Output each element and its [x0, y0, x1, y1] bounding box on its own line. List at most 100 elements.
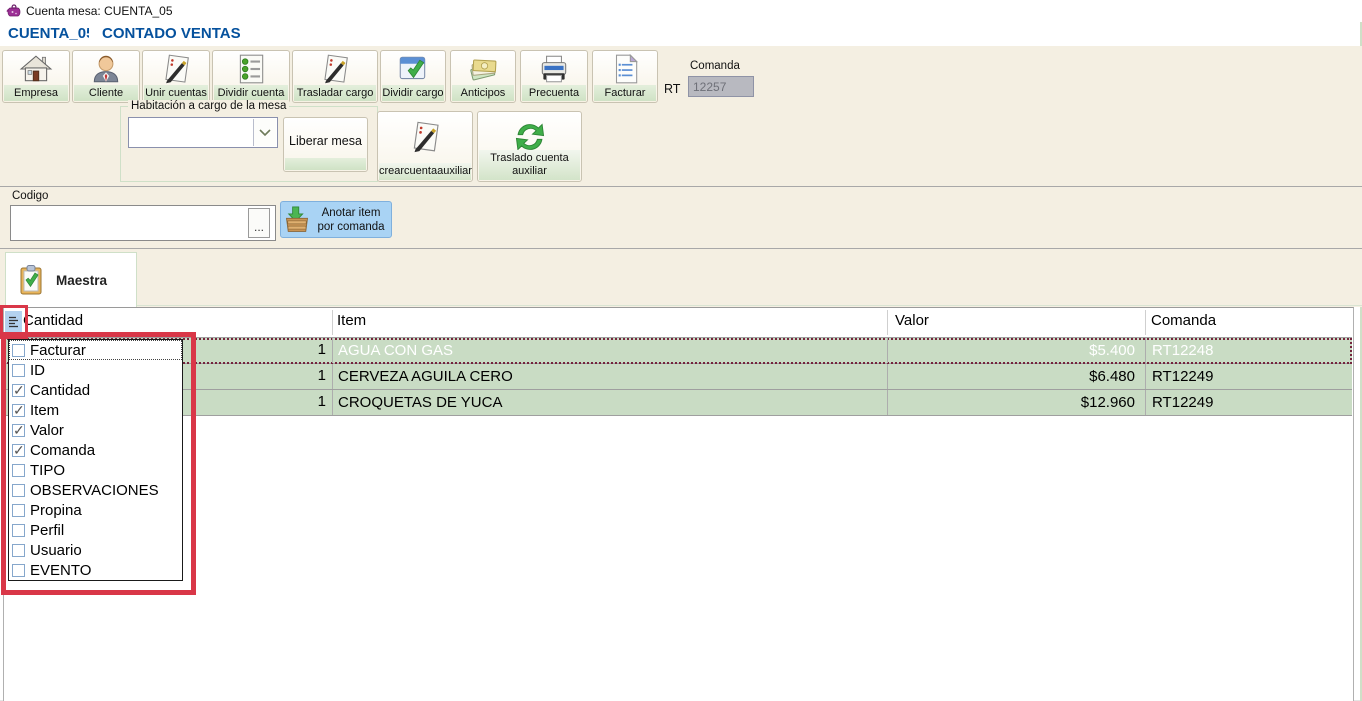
anotar-item-button[interactable]: Anotar item por comanda: [280, 201, 392, 238]
printer-icon: [521, 51, 587, 87]
comanda-input: [688, 76, 754, 97]
app-window: Cuenta mesa: CUENTA_05 CUENTA_05 CONTADO …: [0, 0, 1362, 701]
checkbox[interactable]: [12, 484, 25, 497]
chevron-down-icon[interactable]: [253, 119, 276, 146]
codigo-input[interactable]: [10, 205, 276, 241]
unir-cuentas-button[interactable]: Unir cuentas: [142, 50, 210, 103]
dividir-cargo-button-label: Dividir cargo: [382, 85, 444, 101]
unir-cuentas-button-label: Unir cuentas: [144, 85, 208, 101]
checkbox[interactable]: [12, 564, 25, 577]
room-combobox[interactable]: [128, 117, 278, 148]
chooser-item-label: ID: [30, 362, 45, 379]
precuenta-button[interactable]: Precuenta: [520, 50, 588, 103]
dividir-cargo-button[interactable]: Dividir cargo: [380, 50, 446, 103]
dividir-cuenta-button-label: Dividir cuenta: [214, 85, 288, 101]
chooser-item-propina[interactable]: Propina: [9, 500, 182, 520]
teapot-icon: [6, 3, 22, 19]
cell-valor: $5.400: [887, 338, 1140, 363]
chooser-item-label: Usuario: [30, 542, 82, 559]
chooser-item-id[interactable]: ID: [9, 360, 182, 380]
chooser-item-item[interactable]: Item: [9, 400, 182, 420]
column-header-comanda[interactable]: Comanda: [1151, 312, 1216, 329]
items-grid: Cantidad Item Valor Comanda 1 AGUA CON G…: [3, 307, 1354, 701]
cliente-button[interactable]: Cliente: [72, 50, 140, 103]
chooser-item-label: Comanda: [30, 442, 95, 459]
checkbox[interactable]: [12, 544, 25, 557]
liberar-mesa-button[interactable]: Liberar mesa: [283, 117, 368, 172]
chooser-item-perfil[interactable]: Perfil: [9, 520, 182, 540]
title-bar: Cuenta mesa: CUENTA_05: [0, 0, 1362, 22]
checkbox[interactable]: [12, 464, 25, 477]
chooser-item-observaciones[interactable]: OBSERVACIONES: [9, 480, 182, 500]
list-lines-icon: [8, 315, 20, 330]
anotar-item-label: Anotar item por comanda: [313, 206, 391, 234]
dividir-cuenta-button[interactable]: Dividir cuenta: [212, 50, 290, 103]
comanda-field-label: Comanda: [690, 60, 740, 72]
note-pen-icon: [143, 51, 209, 87]
traslado-cuenta-auxiliar-button[interactable]: Traslado cuenta auxiliar: [477, 111, 582, 182]
chooser-item-valor[interactable]: Valor: [9, 420, 182, 440]
house-icon: [3, 51, 69, 87]
tab-maestra[interactable]: Maestra: [5, 252, 137, 307]
column-header-valor[interactable]: Valor: [895, 312, 929, 329]
chooser-item-label: Item: [30, 402, 59, 419]
chooser-item-facturar[interactable]: Facturar: [9, 340, 182, 360]
tab-maestra-label: Maestra: [56, 273, 107, 288]
codigo-field-label: Codigo: [12, 190, 48, 202]
column-header-item[interactable]: Item: [337, 312, 366, 329]
cell-item: CROQUETAS DE YUCA: [332, 390, 888, 415]
crear-cuenta-auxiliar-button[interactable]: crearcuentaauxiliar: [377, 111, 473, 182]
cliente-button-label: Cliente: [74, 85, 138, 101]
room-group-label: Habitación a cargo de la mesa: [128, 100, 289, 112]
chooser-item-label: Cantidad: [30, 382, 90, 399]
trasladar-cargo-button-label: Trasladar cargo: [294, 85, 376, 101]
invoice-icon: [593, 51, 657, 87]
column-chooser-popup: Facturar ID Cantidad Item Valor Comanda …: [8, 339, 183, 581]
money-icon: [451, 51, 515, 87]
column-header-cantidad[interactable]: Cantidad: [23, 312, 83, 329]
chooser-item-label: TIPO: [30, 462, 65, 479]
chooser-item-usuario[interactable]: Usuario: [9, 540, 182, 560]
table-row[interactable]: 1 CROQUETAS DE YUCA $12.960 RT12249: [4, 390, 1352, 416]
anticipos-button-label: Anticipos: [452, 85, 514, 101]
cell-comanda: RT12249: [1145, 390, 1352, 415]
note-pen-icon: [293, 51, 377, 87]
chooser-item-comanda[interactable]: Comanda: [9, 440, 182, 460]
checkbox[interactable]: [12, 364, 25, 377]
cell-valor: $6.480: [887, 364, 1140, 389]
column-separator: [332, 310, 333, 335]
precuenta-button-label: Precuenta: [522, 85, 586, 101]
crear-cuenta-auxiliar-label: crearcuentaauxiliar: [379, 163, 471, 180]
column-chooser-button[interactable]: [5, 311, 22, 333]
chooser-item-evento[interactable]: EVENTO: [9, 560, 182, 580]
trasladar-cargo-button[interactable]: Trasladar cargo: [292, 50, 378, 103]
account-name-label: CUENTA_05: [8, 25, 89, 42]
chooser-item-tipo[interactable]: TIPO: [9, 460, 182, 480]
table-row[interactable]: 1 CERVEZA AGUILA CERO $6.480 RT12249: [4, 364, 1352, 390]
calendar-check-icon: [381, 51, 445, 87]
checkbox[interactable]: [12, 424, 25, 437]
window-title: Cuenta mesa: CUENTA_05: [26, 4, 173, 18]
checkbox[interactable]: [12, 384, 25, 397]
separator: [0, 186, 1362, 187]
chooser-item-label: Facturar: [30, 342, 86, 359]
tab-strip-line: [0, 305, 1362, 306]
checkbox[interactable]: [12, 444, 25, 457]
anticipos-button[interactable]: Anticipos: [450, 50, 516, 103]
account-heading: CUENTA_05 CONTADO VENTAS: [8, 25, 241, 45]
column-separator: [1145, 310, 1146, 335]
sale-mode-label: CONTADO VENTAS: [102, 25, 241, 42]
separator: [0, 248, 1362, 249]
note-pen-icon: [378, 116, 472, 158]
crate-arrow-icon: [281, 205, 313, 235]
browse-button[interactable]: ...: [248, 208, 270, 238]
checkbox[interactable]: [12, 524, 25, 537]
table-row[interactable]: 1 AGUA CON GAS $5.400 RT12248: [4, 338, 1352, 364]
facturar-button[interactable]: Facturar: [592, 50, 658, 103]
empresa-button[interactable]: Empresa: [2, 50, 70, 103]
chooser-item-cantidad[interactable]: Cantidad: [9, 380, 182, 400]
checkbox[interactable]: [12, 344, 25, 357]
column-separator: [887, 310, 888, 335]
checkbox[interactable]: [12, 504, 25, 517]
checkbox[interactable]: [12, 404, 25, 417]
